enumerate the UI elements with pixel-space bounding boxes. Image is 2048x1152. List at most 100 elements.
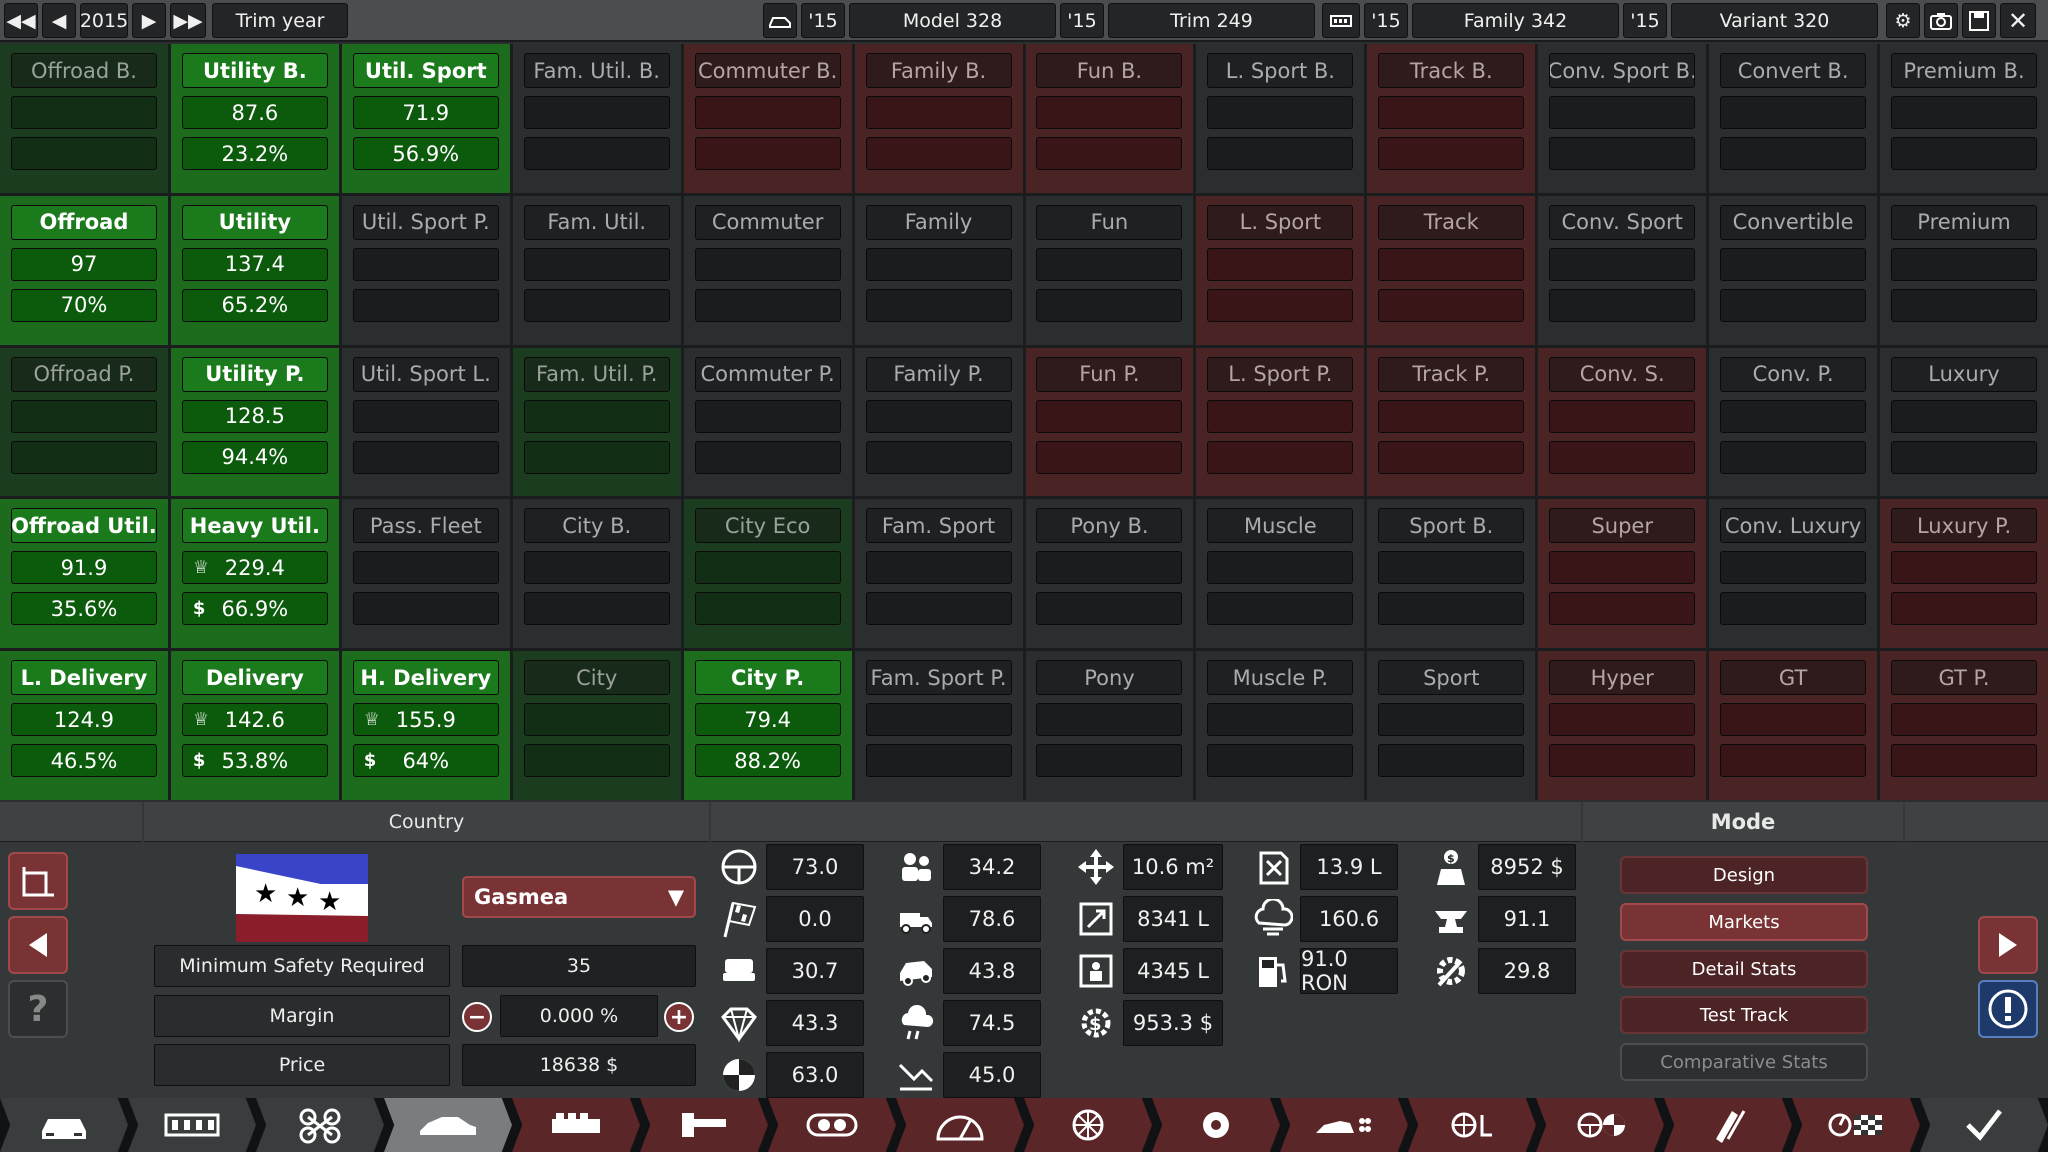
market-cell[interactable]: Commuter xyxy=(683,195,852,345)
country-dropdown[interactable]: Gasmea ▼ xyxy=(462,876,696,918)
market-cell[interactable]: Fam. Util. P. xyxy=(512,347,681,497)
market-cell[interactable]: Convert B. xyxy=(1709,44,1878,193)
next-button[interactable] xyxy=(1978,916,2038,974)
close-icon[interactable]: ✕ xyxy=(2000,3,2036,38)
market-cell[interactable]: L. Sport P. xyxy=(1196,347,1365,497)
tab-brakes[interactable] xyxy=(1408,1098,1536,1152)
market-cell[interactable]: Family xyxy=(854,195,1023,345)
market-cell[interactable]: Fam. Util. B. xyxy=(512,44,681,193)
market-cell[interactable]: Conv. P. xyxy=(1709,347,1878,497)
model-select[interactable]: Model 328 xyxy=(849,3,1056,38)
tab-suspension[interactable] xyxy=(256,1098,384,1152)
market-cell[interactable]: L. Sport xyxy=(1196,195,1365,345)
market-cell[interactable]: L. Delivery 124.9 46.5% xyxy=(0,651,168,800)
help-icon[interactable]: ? xyxy=(8,980,68,1038)
market-cell[interactable]: Track P. xyxy=(1367,347,1536,497)
market-cell[interactable]: Pony xyxy=(1025,651,1194,800)
market-cell[interactable]: Track xyxy=(1367,195,1536,345)
tab-engine-family[interactable] xyxy=(512,1098,640,1152)
tab-chassis[interactable] xyxy=(128,1098,256,1152)
info-icon[interactable] xyxy=(1978,980,2038,1038)
market-cell[interactable]: City P. 79.4 88.2% xyxy=(683,651,852,800)
mode-detail-stats-button[interactable]: Detail Stats xyxy=(1620,950,1868,988)
market-cell[interactable]: Family B. xyxy=(854,44,1023,193)
market-cell[interactable]: Super xyxy=(1538,499,1707,649)
tab-trim[interactable] xyxy=(1280,1098,1408,1152)
market-cell[interactable]: Premium B. xyxy=(1880,44,2048,193)
market-cell[interactable]: Utility B. 87.6 23.2% xyxy=(170,44,339,193)
gear-icon[interactable]: ⚙ xyxy=(1886,3,1920,38)
tab-car-design[interactable] xyxy=(384,1098,512,1152)
trim-year-button[interactable]: Trim year xyxy=(212,3,348,38)
tab-finish[interactable] xyxy=(1920,1098,2048,1152)
market-cell[interactable]: Util. Sport L. xyxy=(341,347,510,497)
market-cell[interactable]: Utility 137.4 65.2% xyxy=(170,195,339,345)
market-cell[interactable]: Fun xyxy=(1025,195,1194,345)
market-cell[interactable]: Convertible xyxy=(1709,195,1878,345)
market-cell[interactable]: City xyxy=(512,651,681,800)
market-cell[interactable]: Fam. Util. xyxy=(512,195,681,345)
market-cell[interactable]: Hyper xyxy=(1538,651,1707,800)
market-cell[interactable]: Luxury xyxy=(1880,347,2048,497)
tab-turbo[interactable] xyxy=(896,1098,1024,1152)
tab-exhaust[interactable] xyxy=(1152,1098,1280,1152)
market-cell[interactable]: Conv. Sport xyxy=(1538,195,1707,345)
mode-design-button[interactable]: Design xyxy=(1620,856,1868,894)
market-cell[interactable]: City Eco xyxy=(683,499,852,649)
market-cell[interactable]: Offroad Util. 91.9 35.6% xyxy=(0,499,168,649)
market-cell[interactable]: L. Sport B. xyxy=(1196,44,1365,193)
market-cell[interactable]: Fam. Sport P. xyxy=(854,651,1023,800)
margin-increase-button[interactable]: + xyxy=(664,1002,694,1032)
market-cell[interactable]: Conv. Luxury xyxy=(1709,499,1878,649)
tab-fuel-system[interactable] xyxy=(1024,1098,1152,1152)
tab-engine-parts[interactable] xyxy=(640,1098,768,1152)
previous-button[interactable] xyxy=(8,916,68,974)
market-cell[interactable]: Sport xyxy=(1367,651,1536,800)
market-cell[interactable]: Util. Sport P. xyxy=(341,195,510,345)
save-icon[interactable] xyxy=(1962,3,1996,38)
market-cell[interactable]: Fun P. xyxy=(1025,347,1194,497)
next-year-button[interactable]: ▶ xyxy=(132,3,166,38)
market-cell[interactable]: H. Delivery ♕ 155.9 $64% xyxy=(341,651,510,800)
tab-engine-tune[interactable] xyxy=(768,1098,896,1152)
market-cell[interactable]: Delivery ♕ 142.6 $53.8% xyxy=(170,651,339,800)
mode-markets-button[interactable]: Markets xyxy=(1620,903,1868,941)
market-cell[interactable]: Sport B. xyxy=(1367,499,1536,649)
mode-test-track-button[interactable]: Test Track xyxy=(1620,996,1868,1034)
market-cell[interactable]: Commuter P. xyxy=(683,347,852,497)
price-value[interactable]: 18638 $ xyxy=(462,1044,696,1086)
trim-select[interactable]: Trim 249 xyxy=(1108,3,1315,38)
market-cell[interactable]: Fun B. xyxy=(1025,44,1194,193)
mode-comparative-stats-button[interactable]: Comparative Stats xyxy=(1620,1043,1868,1081)
market-cell[interactable]: Muscle xyxy=(1196,499,1365,649)
market-cell[interactable]: Utility P. 128.5 94.4% xyxy=(170,347,339,497)
margin-decrease-button[interactable]: − xyxy=(462,1002,492,1032)
tab-testing[interactable] xyxy=(1792,1098,1920,1152)
model-icon[interactable] xyxy=(763,3,797,38)
first-icon[interactable]: ◀◀ xyxy=(4,3,38,38)
family-select[interactable]: Family 342 xyxy=(1412,3,1619,38)
market-cell[interactable]: Offroad P. xyxy=(0,347,168,497)
market-cell[interactable]: Luxury P. xyxy=(1880,499,2048,649)
market-cell[interactable]: Pony B. xyxy=(1025,499,1194,649)
market-cell[interactable]: Offroad B. xyxy=(0,44,168,193)
tab-interior[interactable] xyxy=(1536,1098,1664,1152)
tab-tuning[interactable] xyxy=(1664,1098,1792,1152)
market-cell[interactable]: Fam. Sport xyxy=(854,499,1023,649)
market-cell[interactable]: Util. Sport 71.9 56.9% xyxy=(341,44,510,193)
market-cell[interactable]: Pass. Fleet xyxy=(341,499,510,649)
market-cell[interactable]: City B. xyxy=(512,499,681,649)
market-cell[interactable]: Track B. xyxy=(1367,44,1536,193)
tab-car-body[interactable] xyxy=(0,1098,128,1152)
market-cell[interactable]: Offroad 97 70% xyxy=(0,195,168,345)
market-cell[interactable]: Heavy Util. ♕ 229.4 $66.9% xyxy=(170,499,339,649)
market-cell[interactable]: Conv. Sport B. xyxy=(1538,44,1707,193)
margin-value[interactable]: 0.000 % xyxy=(500,995,658,1037)
market-cell[interactable]: Commuter B. xyxy=(683,44,852,193)
back-to-design-button[interactable] xyxy=(8,852,68,910)
last-icon[interactable]: ▶▶ xyxy=(170,3,206,38)
camera-icon[interactable] xyxy=(1924,3,1958,38)
market-cell[interactable]: GT xyxy=(1709,651,1878,800)
market-cell[interactable]: Premium xyxy=(1880,195,2048,345)
market-cell[interactable]: GT P. xyxy=(1880,651,2048,800)
